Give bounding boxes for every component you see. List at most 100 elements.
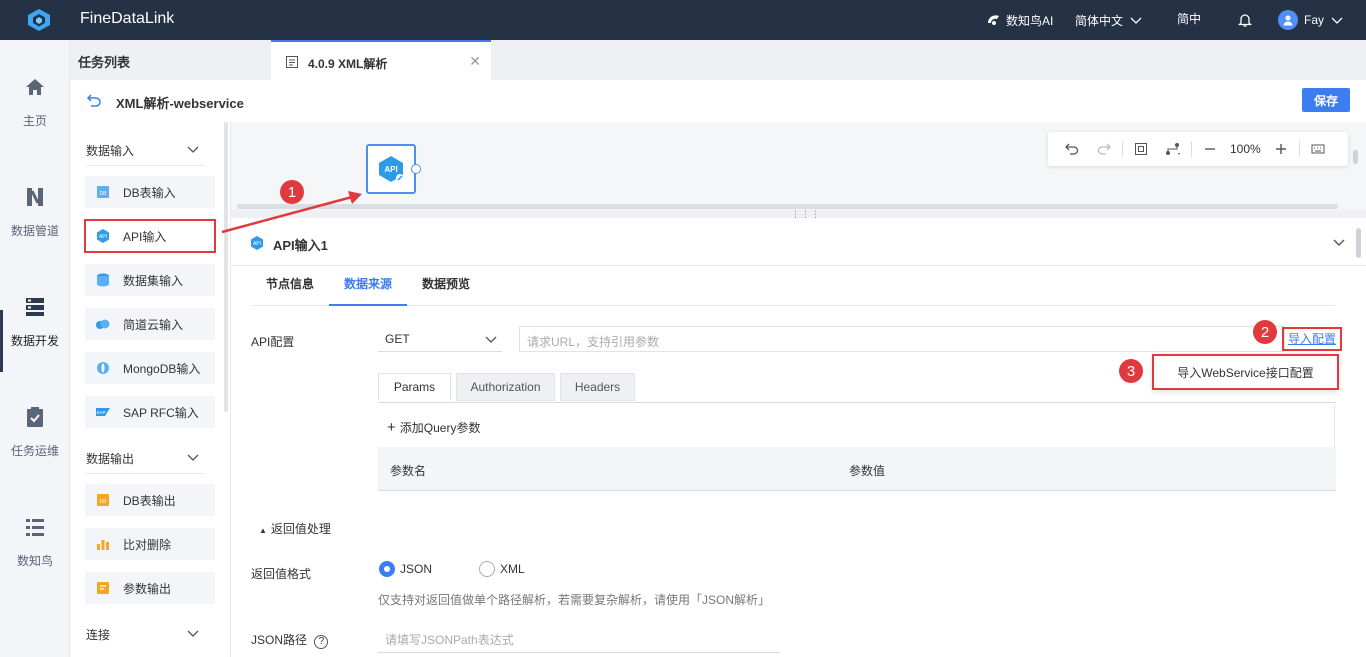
nav-task-ops[interactable]: 任务运维 — [0, 406, 70, 496]
db-output-icon: DB — [97, 494, 109, 506]
clipboard-check-icon — [27, 407, 43, 427]
api-icon: API — [97, 229, 109, 243]
radio-label: JSON — [400, 562, 433, 576]
keyboard-icon[interactable] — [1310, 141, 1326, 157]
component-db-output[interactable]: DB DB表输出 — [85, 484, 215, 516]
close-icon[interactable]: ✕ — [469, 53, 481, 70]
nav-task-ops-label: 任务运维 — [10, 444, 59, 458]
tab-data-source[interactable]: 数据来源 — [329, 266, 407, 306]
component-label: DB表输入 — [123, 185, 176, 200]
panel-splitter[interactable]: ⋮⋮⋮ — [231, 210, 1366, 219]
bar-compare-icon — [97, 540, 109, 550]
component-compare-delete[interactable]: 比对删除 — [85, 528, 215, 560]
list-icon — [26, 519, 44, 536]
annotation-badge-1: 1 — [280, 180, 304, 204]
http-method-select[interactable]: GET — [378, 326, 502, 352]
back-arrow-icon[interactable] — [86, 92, 102, 108]
db-table-icon: DB — [97, 186, 109, 198]
section-data-output[interactable]: 数据输出 — [86, 450, 204, 474]
zoom-out-icon[interactable] — [1202, 141, 1218, 157]
url-input[interactable]: 请求URL，支持引用参数 — [519, 326, 1285, 352]
component-mongodb-input[interactable]: MongoDB输入 — [85, 352, 215, 384]
chevron-down-icon — [187, 146, 199, 153]
param-output-icon — [97, 582, 109, 594]
section-connect[interactable]: 连接 — [86, 626, 204, 650]
component-label: 简道云输入 — [123, 317, 184, 332]
fit-view-icon[interactable] — [1133, 141, 1149, 157]
component-jiandaoyun-input[interactable]: 简道云输入 — [85, 308, 215, 340]
tab-authorization[interactable]: Authorization — [456, 373, 555, 401]
nav-data-pipeline-label: 数据管道 — [10, 224, 59, 238]
component-dataset-input[interactable]: 数据集输入 — [85, 264, 215, 296]
api-config-label: API配置 — [251, 335, 295, 349]
radio-unchecked-icon — [479, 561, 495, 577]
component-label: SAP RFC输入 — [123, 405, 199, 420]
canvas-toolbar: 100% — [1048, 132, 1348, 166]
undo-icon[interactable] — [1064, 141, 1080, 157]
chevron-down-icon — [485, 336, 497, 343]
canvas-vertical-scrollbar[interactable] — [1353, 150, 1358, 164]
api-input-node[interactable]: API — [366, 144, 416, 194]
json-path-input[interactable]: 请填写JSONPath表达式 — [378, 625, 780, 653]
tab-data-preview[interactable]: 数据预览 — [407, 266, 485, 306]
json-path-label: JSON路径 — [251, 633, 308, 647]
section-data-input[interactable]: 数据输入 — [86, 142, 204, 166]
sap-icon: SAP — [96, 408, 110, 416]
return-toggle-label: 返回值处理 — [270, 522, 331, 536]
canvas-horizontal-scrollbar[interactable] — [237, 204, 1338, 209]
chevron-down-icon[interactable] — [1331, 234, 1347, 250]
add-query-param-button[interactable]: + 添加Query参数 — [387, 419, 480, 436]
return-value-toggle[interactable]: ▲ 返回值处理 — [259, 520, 331, 537]
database-icon — [97, 273, 109, 287]
ai-assistant-button[interactable]: 数知鸟AI — [986, 0, 1053, 40]
tab-headers[interactable]: Headers — [560, 373, 635, 401]
toolbar-divider — [1122, 141, 1123, 157]
simplified-label: 简中 — [1177, 12, 1202, 26]
nav-data-development[interactable]: 数据开发 — [0, 296, 70, 386]
format-xml-radio[interactable]: XML — [479, 561, 525, 577]
development-icon — [26, 298, 44, 316]
col-param-name: 参数名 — [390, 464, 427, 478]
component-panel: 数据输入 DB DB表输入 API API输入 数据集输入 简道云输入 Mong… — [70, 122, 231, 657]
tab-xml-parse[interactable]: 4.0.9 XML解析 ✕ — [271, 40, 491, 80]
component-panel-scrollbar[interactable] — [224, 122, 228, 412]
import-config-link[interactable]: 导入配置 — [1282, 327, 1342, 351]
request-param-tabs: Params Authorization Headers — [378, 373, 1336, 403]
component-label: 参数输出 — [123, 581, 172, 596]
top-bar: FineDataLink 数知鸟AI 简体中文 简中 Fay — [0, 0, 1366, 40]
nav-data-pipeline[interactable]: 数据管道 — [0, 186, 70, 276]
component-db-input[interactable]: DB DB表输入 — [85, 176, 215, 208]
node-label: API — [384, 165, 397, 174]
save-button[interactable]: 保存 — [1302, 88, 1350, 112]
section-title: 数据输出 — [86, 452, 135, 466]
component-sap-rfc-input[interactable]: SAP SAP RFC输入 — [85, 396, 215, 428]
left-navigation: 主页 数据管道 数据开发 任务运维 数知鸟 — [0, 40, 70, 657]
svg-text:API: API — [253, 241, 261, 247]
tab-node-info[interactable]: 节点信息 — [251, 266, 329, 306]
radio-label: XML — [500, 562, 525, 576]
flow-canvas[interactable]: API 100% — [231, 122, 1366, 210]
nav-shuzhiniao[interactable]: 数知鸟 — [0, 516, 70, 606]
help-icon[interactable]: ? — [314, 635, 329, 649]
redo-icon[interactable] — [1096, 141, 1112, 157]
return-format-label: 返回值格式 — [251, 567, 312, 581]
tab-params[interactable]: Params — [378, 373, 451, 401]
component-api-input[interactable]: API API输入 — [84, 219, 216, 253]
component-param-output[interactable]: 参数输出 — [85, 572, 215, 604]
node-output-port[interactable] — [411, 164, 421, 174]
section-title: 数据输入 — [86, 144, 135, 158]
section-title: 连接 — [86, 628, 111, 642]
language-selector[interactable]: 简体中文 — [1075, 0, 1143, 40]
auto-layout-icon[interactable] — [1165, 141, 1181, 157]
user-menu[interactable]: Fay — [1278, 0, 1344, 40]
annotation-badge-2: 2 — [1253, 320, 1277, 344]
component-label: 比对删除 — [123, 537, 172, 552]
format-json-radio[interactable]: JSON — [379, 561, 432, 577]
zoom-in-icon[interactable] — [1273, 141, 1289, 157]
config-scrollbar[interactable] — [1356, 228, 1361, 258]
nav-home[interactable]: 主页 — [0, 76, 70, 166]
simplified-chinese-toggle[interactable]: 简中 — [1177, 0, 1201, 40]
task-list-tab[interactable]: 任务列表 — [78, 52, 130, 71]
task-file-icon — [286, 56, 298, 68]
notification-button[interactable] — [1238, 0, 1252, 40]
